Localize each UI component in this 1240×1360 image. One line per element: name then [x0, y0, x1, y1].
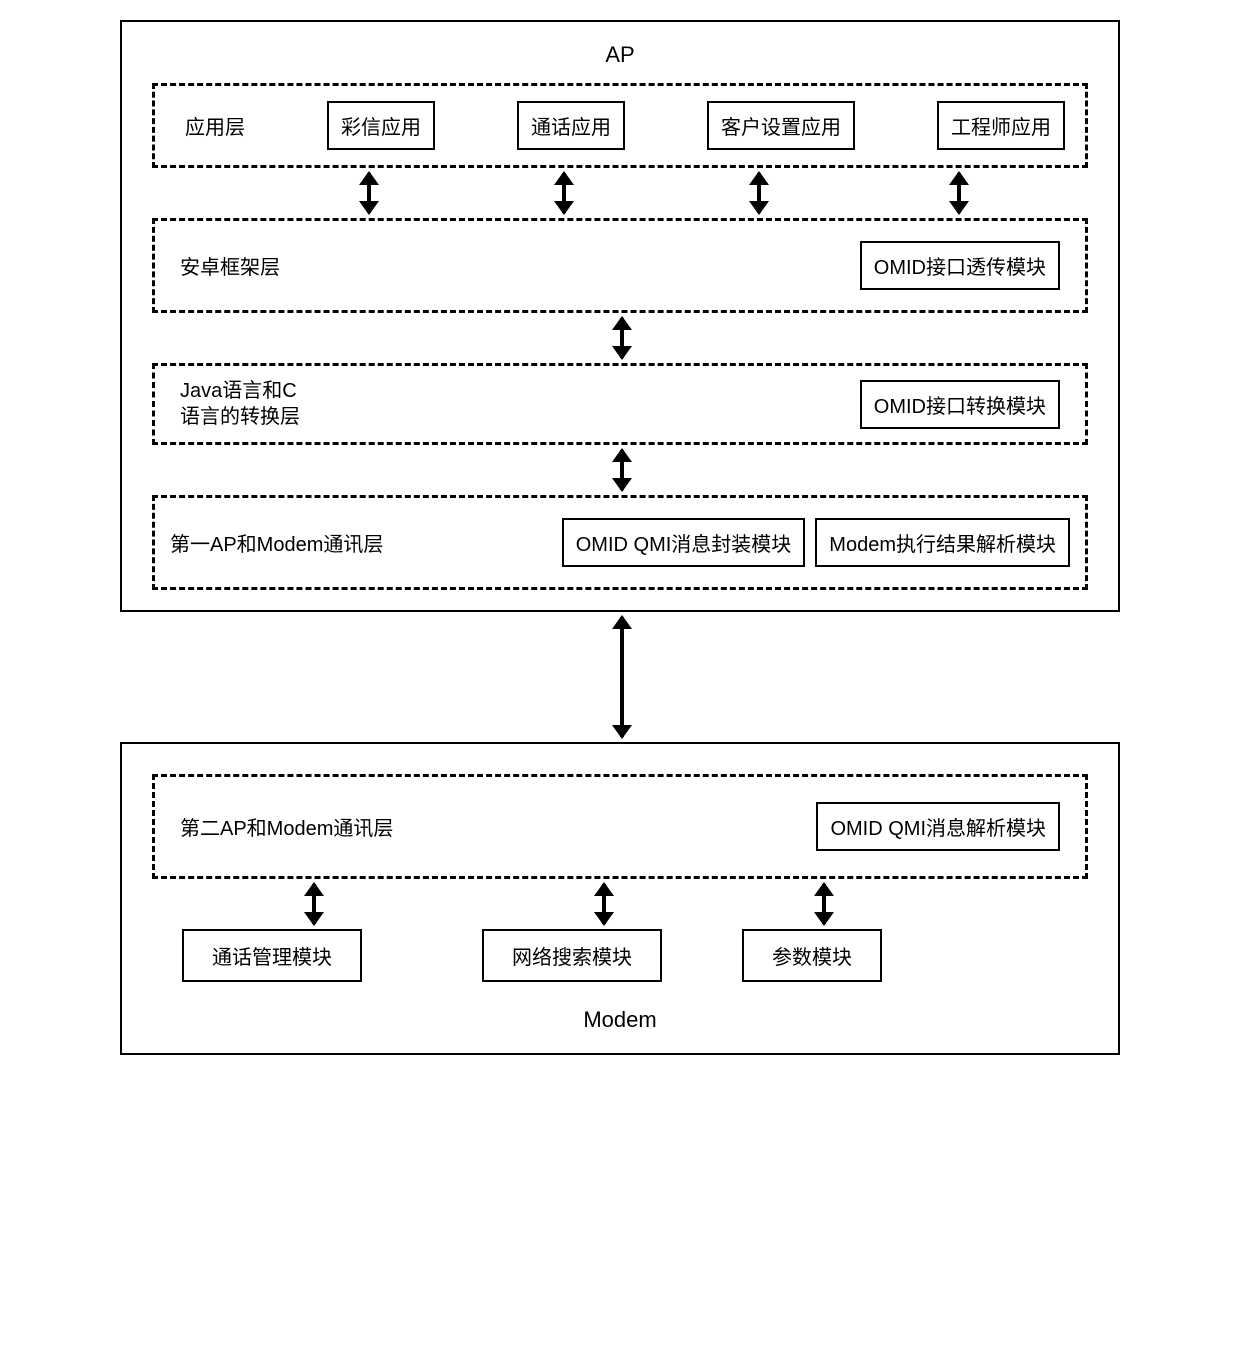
modem-result-parse-box: Modem执行结果解析模块 [815, 518, 1070, 567]
second-ap-modem-comm-box: 第二AP和Modem通讯层 OMID QMI消息解析模块 [152, 774, 1088, 879]
android-framework-box: 安卓框架层 OMID接口透传模块 [152, 218, 1088, 313]
arrow-between-sections [120, 612, 1120, 742]
call-app-box: 通话应用 [517, 101, 625, 150]
java-c-label: Java语言和C 语言的转换层 [180, 378, 300, 430]
modem-modules-row: 通话管理模块 网络搜索模块 参数模块 [152, 929, 1088, 982]
modem-title: Modem [152, 1007, 1088, 1033]
mms-app-box: 彩信应用 [327, 101, 435, 150]
omid-qmi-encap-box: OMID QMI消息封装模块 [562, 518, 806, 567]
ap-title: AP [152, 42, 1088, 68]
java-c-label-line2: 语言的转换层 [180, 404, 300, 430]
arrow-icon [602, 884, 606, 924]
omid-qmi-parse-box: OMID QMI消息解析模块 [816, 802, 1060, 851]
arrow-icon [312, 884, 316, 924]
second-ap-modem-label: 第二AP和Modem通讯层 [180, 812, 393, 841]
arrow-icon [757, 173, 761, 213]
arrow-icon [620, 617, 624, 737]
arrow-icon [620, 318, 624, 358]
arrows-row-1 [152, 168, 1088, 218]
arrow-container-3 [152, 445, 1088, 495]
first-ap-modem-comm-box: 第一AP和Modem通讯层 OMID QMI消息封装模块 Modem执行结果解析… [152, 495, 1088, 590]
java-c-conversion-box: Java语言和C 语言的转换层 OMID接口转换模块 [152, 363, 1088, 445]
android-framework-label: 安卓框架层 [180, 251, 280, 280]
omid-passthrough-box: OMID接口透传模块 [860, 241, 1060, 290]
java-c-label-line1: Java语言和C [180, 378, 300, 404]
arrows-row-modem [152, 879, 1088, 929]
omid-conversion-box: OMID接口转换模块 [860, 380, 1060, 429]
arrow-icon [562, 173, 566, 213]
app-layer-label: 应用层 [185, 111, 245, 140]
engineer-app-box: 工程师应用 [937, 101, 1065, 150]
customer-settings-app-box: 客户设置应用 [707, 101, 855, 150]
network-search-box: 网络搜索模块 [482, 929, 662, 982]
first-ap-modem-label: 第一AP和Modem通讯层 [170, 528, 383, 557]
param-module-box: 参数模块 [742, 929, 882, 982]
call-mgmt-box: 通话管理模块 [182, 929, 362, 982]
app-layer-box: 应用层 彩信应用 通话应用 客户设置应用 工程师应用 [152, 83, 1088, 168]
modem-section: 第二AP和Modem通讯层 OMID QMI消息解析模块 通话管理模块 网络搜索… [120, 742, 1120, 1055]
arrow-icon [822, 884, 826, 924]
arrow-icon [620, 450, 624, 490]
arrow-icon [957, 173, 961, 213]
arrow-icon [367, 173, 371, 213]
arrow-container-2 [152, 313, 1088, 363]
ap-section: AP 应用层 彩信应用 通话应用 客户设置应用 工程师应用 安卓框架层 OMID… [120, 20, 1120, 612]
